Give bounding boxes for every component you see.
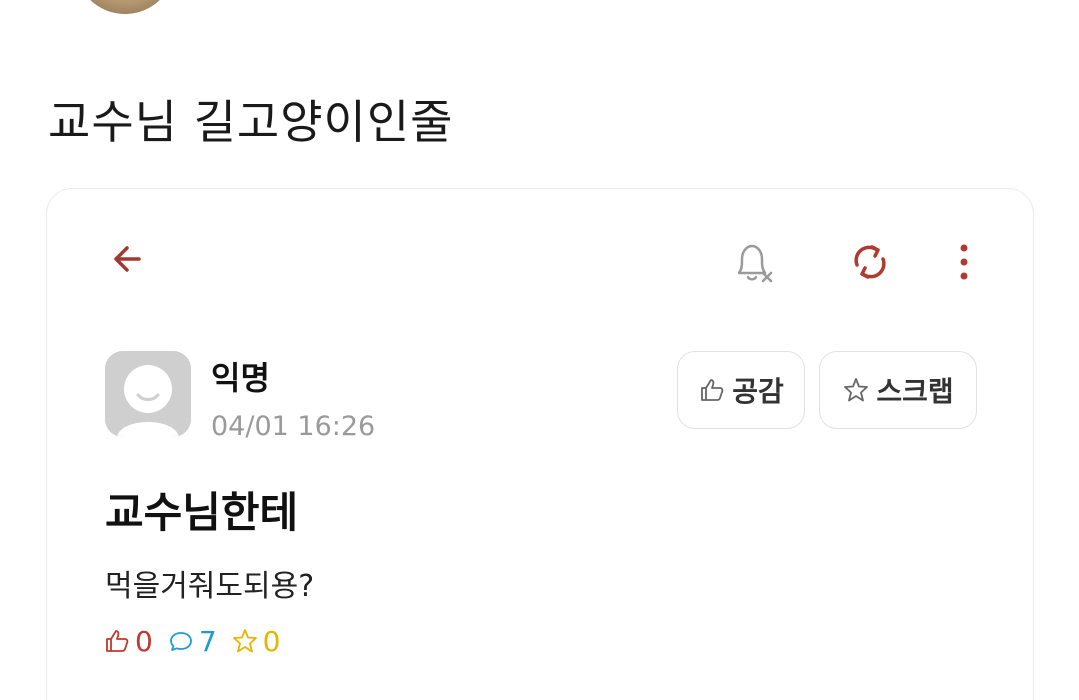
article-title: 교수님한테 xyxy=(105,488,299,537)
bell-off-icon[interactable] xyxy=(729,241,777,287)
thumbs-up-icon xyxy=(106,630,129,652)
star-icon xyxy=(232,629,257,653)
scrap-button[interactable]: 스크랩 xyxy=(819,351,977,429)
thumbs-up-icon xyxy=(701,379,724,401)
article-body: 먹을거줘도되용? xyxy=(105,569,315,604)
comment-icon xyxy=(169,632,192,651)
embedded-screenshot-card: 익명 04/01 16:26 공감 스크랩 교수님한테 먹을거줘도되용? 0 7 xyxy=(46,188,1034,700)
arrow-left-icon[interactable] xyxy=(109,239,149,279)
poster-avatar[interactable] xyxy=(75,0,175,14)
like-count-value: 0 xyxy=(135,624,153,658)
author-name: 익명 xyxy=(211,359,270,397)
article-stats: 0 7 0 xyxy=(103,621,294,661)
like-button[interactable]: 공감 xyxy=(677,351,805,429)
comment-count: 7 xyxy=(167,625,217,658)
more-vertical-icon[interactable] xyxy=(953,239,975,285)
comment-count-value: 7 xyxy=(198,624,217,658)
scrap-count-value: 0 xyxy=(262,624,281,658)
star-icon xyxy=(844,378,869,402)
post-date: 04/01 16:26 xyxy=(211,411,376,442)
like-button-label: 공감 xyxy=(732,375,784,408)
author-avatar xyxy=(105,351,191,437)
like-count: 0 xyxy=(103,625,153,658)
scrap-count: 0 xyxy=(231,624,281,658)
scrap-button-label: 스크랩 xyxy=(876,375,954,408)
post-caption: 교수님 길고양이인줄 xyxy=(48,95,454,149)
refresh-icon[interactable] xyxy=(847,239,893,285)
default-avatar-icon xyxy=(105,351,191,437)
